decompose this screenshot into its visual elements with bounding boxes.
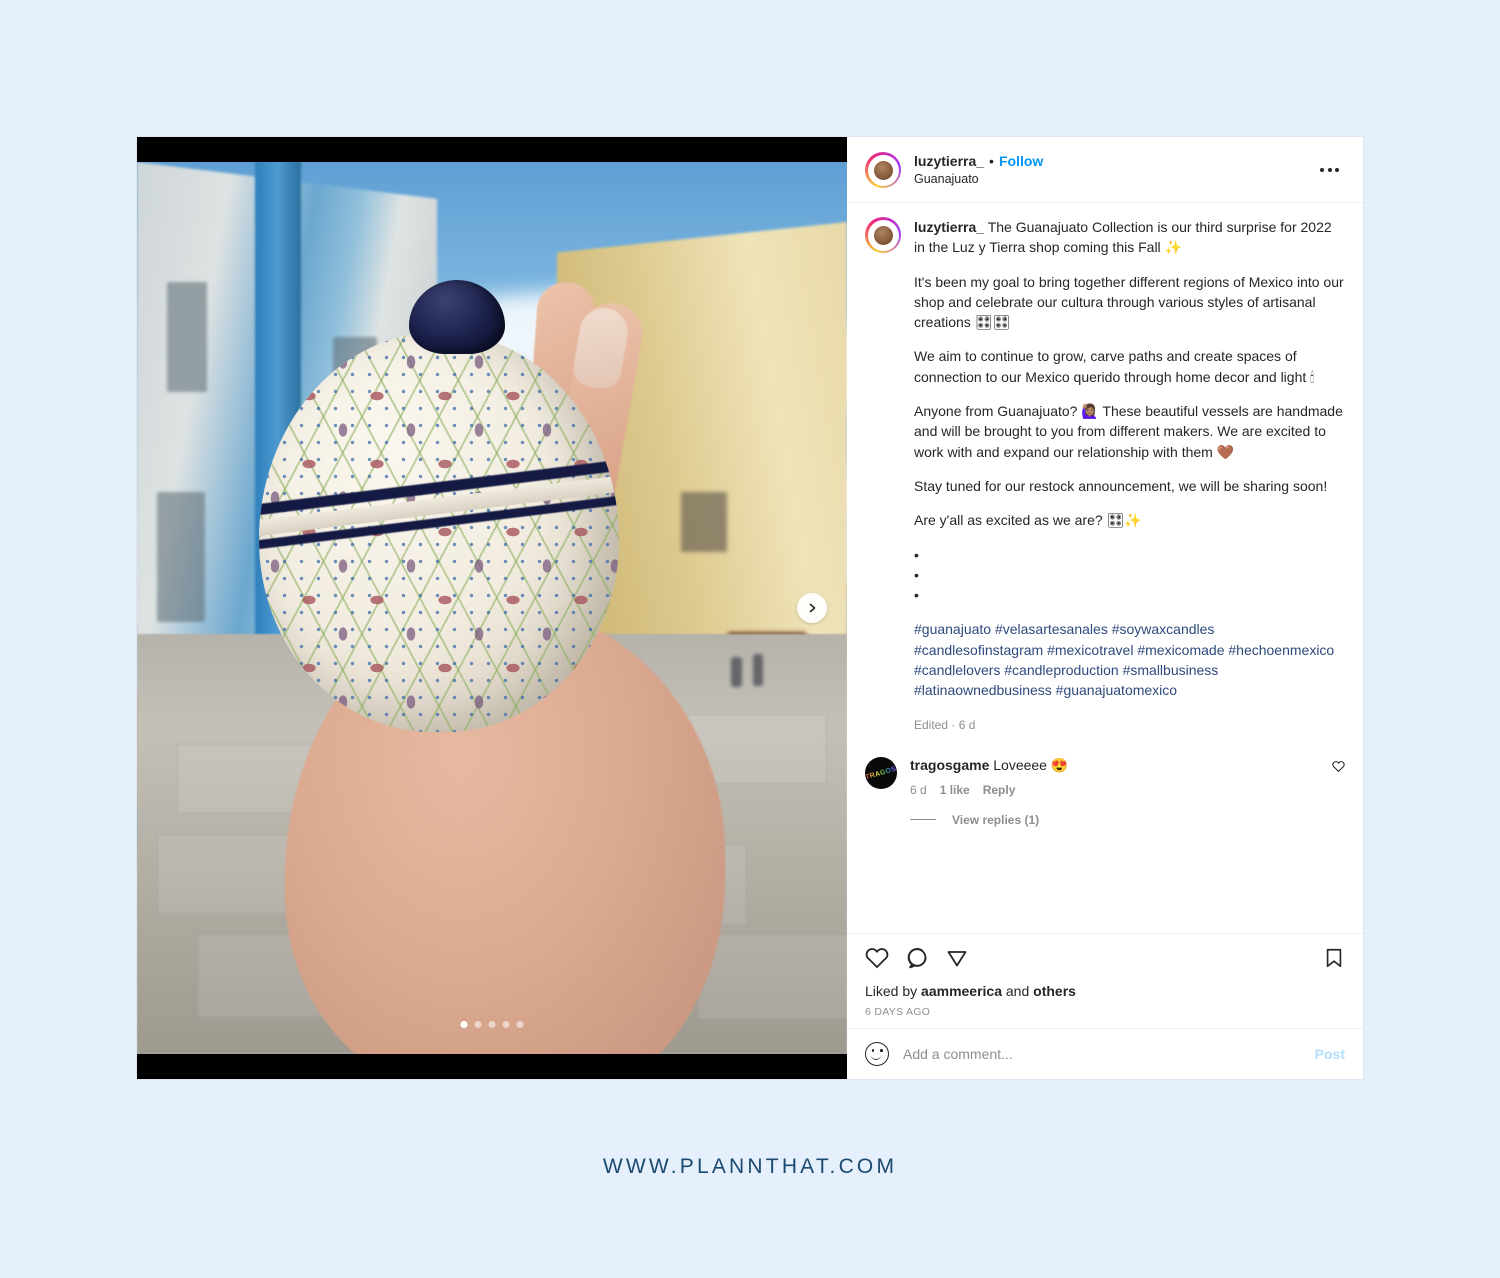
carousel-dot[interactable] (474, 1021, 482, 1028)
follow-button[interactable]: Follow (999, 153, 1043, 170)
post-actions: Liked by aammeerica and others 6 DAYS AG… (847, 933, 1363, 1028)
caption-text: luzytierra_ The Guanajuato Collection is… (914, 217, 1345, 734)
post-header: luzytierra_ • Follow Guanajuato (847, 137, 1363, 203)
view-replies-button[interactable]: View replies (1) (910, 813, 1345, 827)
likes-username[interactable]: aammeerica (921, 983, 1002, 999)
carousel-dot[interactable] (502, 1021, 510, 1028)
media-photo (137, 162, 847, 1054)
pedestrian (753, 654, 763, 686)
caption-p5: Are y'all as excited as we are? 🎛✨ (914, 512, 1142, 529)
share-button[interactable] (945, 946, 969, 970)
save-button[interactable] (1323, 946, 1345, 970)
caption-bullets: • • • (914, 545, 1345, 606)
profile-logo-icon (873, 225, 893, 245)
comment-time: 6 d (910, 782, 927, 797)
header-username[interactable]: luzytierra_ (914, 153, 984, 170)
post-media (137, 137, 847, 1079)
vessel-pattern-dots (259, 332, 619, 732)
bullet-line: • (914, 546, 919, 563)
carousel-dot[interactable] (488, 1021, 496, 1028)
action-icons-row (865, 946, 1345, 970)
window (157, 492, 205, 622)
action-icons-left (865, 946, 969, 970)
heart-icon (1332, 761, 1345, 773)
emoji-picker-icon[interactable] (865, 1042, 889, 1066)
smile-mouth (871, 1055, 881, 1060)
caption-hashtags[interactable]: #guanajuato #velasartesanales #soywaxcan… (914, 619, 1345, 700)
avatar-image (867, 219, 899, 251)
chevron-right-icon (809, 603, 816, 613)
post-body: luzytierra_ The Guanajuato Collection is… (847, 203, 1363, 933)
bullet-line: • (914, 566, 919, 583)
instagram-post: luzytierra_ • Follow Guanajuato luzytier… (137, 137, 1363, 1079)
likes-middle: and (1002, 983, 1034, 999)
comment-username[interactable]: tragosgame (910, 757, 989, 773)
comment-button[interactable] (905, 946, 929, 970)
comment-avatar[interactable]: TRAGOS (865, 757, 897, 790)
comment-text-line: tragosgame Loveeee 😍 (910, 756, 1319, 776)
profile-logo-icon (873, 160, 893, 180)
comment-like-button[interactable] (1332, 756, 1345, 778)
post-comment-button[interactable]: Post (1315, 1046, 1345, 1062)
caption-row: luzytierra_ The Guanajuato Collection is… (865, 217, 1345, 734)
post-timestamp: 6 DAYS AGO (865, 1006, 931, 1018)
carousel-next-button[interactable] (797, 593, 827, 623)
caption-p2: We aim to continue to grow, carve paths … (914, 348, 1315, 385)
caption-p4: Stay tuned for our restock announcement,… (914, 477, 1328, 494)
comment-body: Loveeee 😍 (993, 757, 1069, 774)
add-comment-bar: Post (847, 1028, 1363, 1079)
street-scene (137, 162, 847, 1054)
avatar[interactable] (865, 217, 901, 253)
comment-likes[interactable]: 1 like (940, 783, 970, 797)
comment-item: TRAGOS tragosgame Loveeee 😍 6 d 1 like R… (865, 756, 1345, 797)
likes-prefix: Liked by (865, 983, 922, 999)
avatar-image (867, 154, 899, 186)
bullet-line: • (914, 587, 919, 604)
comment-reply-button[interactable]: Reply (983, 783, 1016, 797)
window (167, 282, 207, 392)
view-replies-label: View replies (1) (952, 812, 1040, 827)
caption-edited-meta: Edited · 6 d (914, 717, 976, 732)
divider-line (910, 819, 936, 821)
carousel-dot[interactable] (516, 1021, 524, 1028)
caption-p3: Anyone from Guanajuato? 🙋🏽‍♀️ These beau… (914, 403, 1343, 460)
more-options-icon[interactable] (1314, 162, 1345, 178)
pedestrian (731, 657, 742, 687)
likes-others[interactable]: others (1033, 983, 1076, 999)
comment-meta: 6 d 1 like Reply (910, 783, 1319, 797)
page-watermark: WWW.PLANNTHAT.COM (602, 1155, 898, 1178)
caption-paragraph: luzytierra_ The Guanajuato Collection is… (914, 217, 1345, 258)
comment-avatar-text: TRAGOS (865, 765, 897, 781)
header-location[interactable]: Guanajuato (914, 172, 1301, 188)
carousel-dot[interactable] (460, 1021, 468, 1028)
comment-main: tragosgame Loveeee 😍 6 d 1 like Reply (910, 756, 1319, 797)
caption-username[interactable]: luzytierra_ (914, 219, 984, 235)
avatar[interactable] (865, 152, 901, 188)
carousel-dots[interactable] (460, 1021, 524, 1028)
header-text: luzytierra_ • Follow Guanajuato (914, 153, 1301, 187)
ceramic-vessel (259, 332, 619, 732)
window (681, 492, 727, 552)
add-comment-input[interactable] (903, 1046, 1301, 1062)
caption-p1: It's been my goal to bring together diff… (914, 273, 1344, 331)
post-sidebar: luzytierra_ • Follow Guanajuato luzytier… (847, 137, 1363, 1079)
header-separator: • (989, 152, 994, 169)
likes-line: Liked by aammeerica and others (865, 983, 1345, 999)
caption-avatar-wrap (865, 217, 901, 734)
header-line: luzytierra_ • Follow (914, 153, 1301, 170)
like-button[interactable] (865, 946, 889, 970)
